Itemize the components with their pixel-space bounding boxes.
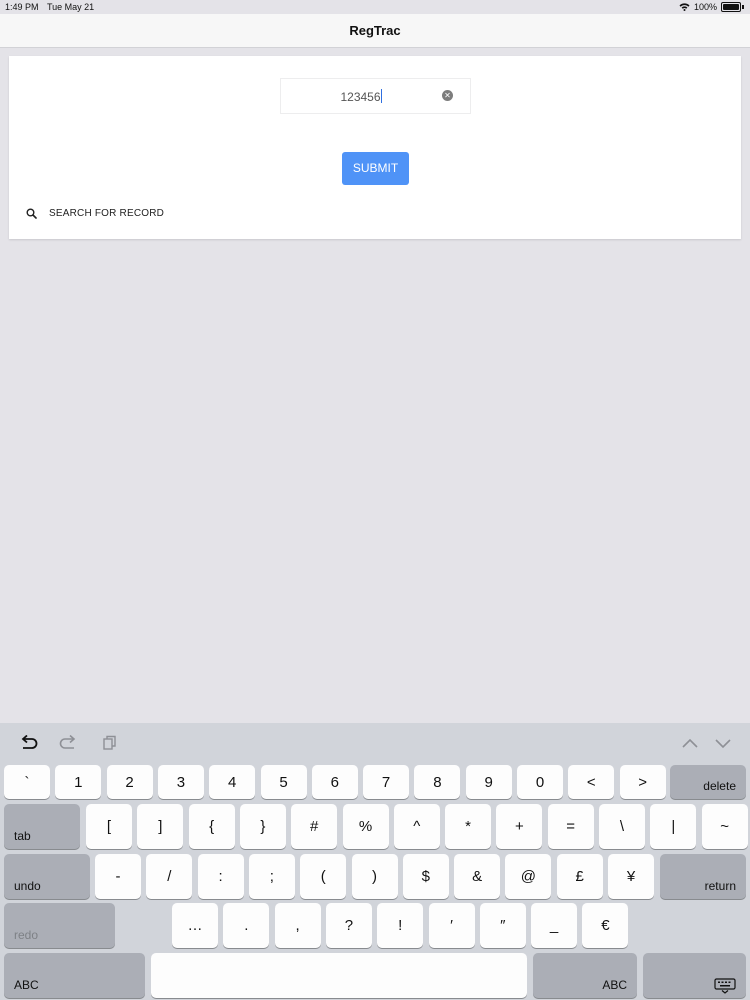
battery-icon (721, 2, 741, 12)
key-row4-3[interactable]: ? (325, 903, 372, 948)
page-title: RegTrac (349, 23, 401, 38)
chevron-down-icon[interactable] (713, 735, 733, 751)
undo-key[interactable]: undo (4, 854, 90, 899)
key-row4-2[interactable]: , (274, 903, 321, 948)
navigation-bar: RegTrac (0, 14, 750, 48)
key-row1-9[interactable]: 9 (465, 765, 512, 799)
key-row4-8[interactable]: € (582, 903, 629, 948)
key-row3-0[interactable]: - (95, 854, 141, 899)
search-for-record-link[interactable]: SEARCH FOR RECORD (26, 206, 164, 220)
key-row1-2[interactable]: 2 (106, 765, 153, 799)
key-row3-6[interactable]: $ (402, 854, 449, 899)
key-row2-12[interactable]: ~ (701, 804, 748, 849)
tab-key[interactable]: tab (4, 804, 80, 849)
key-row3-7[interactable]: & (454, 854, 501, 899)
redo-icon[interactable] (58, 735, 78, 751)
return-key[interactable]: return (660, 854, 746, 899)
dismiss-keyboard-key[interactable] (643, 953, 746, 998)
keyboard-dismiss-icon (714, 978, 736, 994)
battery-percentage: 100% (693, 2, 717, 12)
onscreen-keyboard: ` 1 2 3 4 5 6 7 8 9 0 < > delete tab []{} #% ^ * + = \ | ~ u… (0, 723, 750, 1000)
key-row2-11[interactable]: | (650, 804, 697, 849)
key-row2-1[interactable]: ] (137, 804, 184, 849)
battery-tip (742, 5, 744, 9)
key-row3-8[interactable]: @ (505, 854, 552, 899)
space-key[interactable] (151, 953, 527, 998)
key-row1-3[interactable]: 3 (157, 765, 204, 799)
key-row2-0[interactable]: [ (86, 804, 132, 849)
wifi-icon (679, 3, 690, 11)
key-row3-2[interactable]: : (197, 854, 244, 899)
key-row1-5[interactable]: 5 (260, 765, 307, 799)
key-row2-10[interactable]: \ (599, 804, 645, 849)
submit-button[interactable]: SUBMIT (342, 152, 409, 185)
key-row2-7[interactable]: * (445, 804, 492, 849)
key-row2-8[interactable]: + (496, 804, 543, 849)
key-row1-7[interactable]: 7 (363, 765, 410, 799)
key-row3-4[interactable]: ( (300, 854, 347, 899)
key-row2-5[interactable]: % (342, 804, 389, 849)
input-value: 123456 (340, 90, 381, 104)
redo-key[interactable]: redo (4, 903, 115, 948)
key-row3-1[interactable]: / (146, 854, 193, 899)
input-value-text: 123456 (281, 89, 441, 104)
key-row2-3[interactable]: } (239, 804, 286, 849)
key-row1-6[interactable]: 6 (311, 765, 358, 799)
key-row3-9[interactable]: £ (556, 854, 603, 899)
key-row3-5[interactable]: ) (351, 854, 398, 899)
key-row1-4[interactable]: 4 (209, 765, 256, 799)
text-caret (380, 89, 382, 103)
paste-icon[interactable] (99, 735, 119, 751)
undo-icon[interactable] (19, 735, 39, 751)
delete-key[interactable]: delete (670, 765, 746, 799)
key-row4-1[interactable]: . (223, 903, 270, 948)
key-row1-1[interactable]: 1 (55, 765, 102, 799)
key-row4-5[interactable]: ′ (428, 903, 475, 948)
key-row2-9[interactable]: = (547, 804, 594, 849)
status-time: 1:49 PM (5, 2, 39, 12)
record-form-card: 123456 ✕ SUBMIT SEARCH FOR RECORD (9, 56, 741, 239)
clear-input-icon[interactable]: ✕ (442, 90, 453, 101)
key-row4-0[interactable]: … (172, 903, 218, 948)
key-row3-10[interactable]: ¥ (608, 854, 654, 899)
key-row1-11[interactable]: < (568, 765, 615, 799)
key-row2-2[interactable]: { (188, 804, 235, 849)
key-row4-6[interactable]: ″ (479, 903, 526, 948)
abc-key-left[interactable]: ABC (4, 953, 145, 998)
record-number-input[interactable]: 123456 ✕ (280, 78, 471, 114)
key-row2-6[interactable]: ^ (393, 804, 440, 849)
abc-key-right[interactable]: ABC (533, 953, 637, 998)
key-row4-4[interactable]: ! (377, 903, 424, 948)
key-row1-10[interactable]: 0 (517, 765, 563, 799)
key-row4-7[interactable]: _ (531, 903, 578, 948)
key-row1-12[interactable]: > (619, 765, 666, 799)
search-icon (26, 208, 37, 219)
key-row3-3[interactable]: ; (248, 854, 295, 899)
status-date: Tue May 21 (47, 2, 95, 12)
status-bar: 1:49 PM Tue May 21 100% (0, 0, 750, 14)
status-indicators: 100% (679, 2, 744, 12)
chevron-up-icon[interactable] (680, 735, 700, 751)
key-row2-4[interactable]: # (291, 804, 338, 849)
key-row1-8[interactable]: 8 (414, 765, 461, 799)
key-row1-0[interactable]: ` (4, 765, 50, 799)
search-for-record-label: SEARCH FOR RECORD (49, 207, 165, 219)
